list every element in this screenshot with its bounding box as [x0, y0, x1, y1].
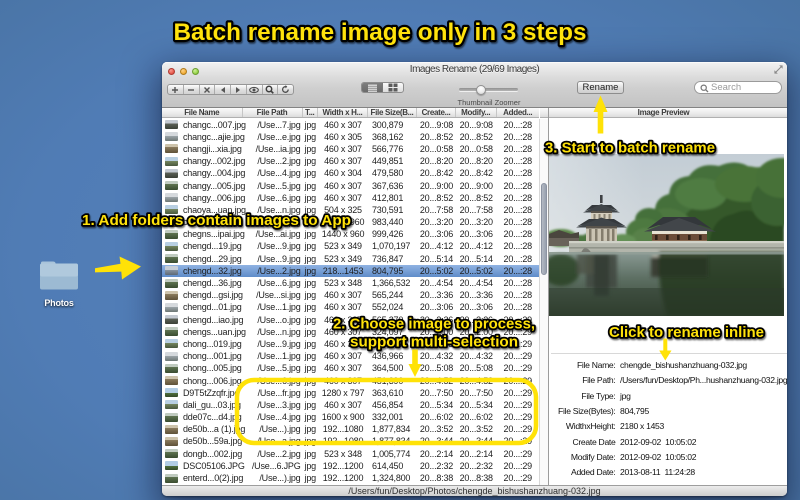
svg-text:Batch rename image only in 3 s: Batch rename image only in 3 steps	[174, 19, 587, 46]
